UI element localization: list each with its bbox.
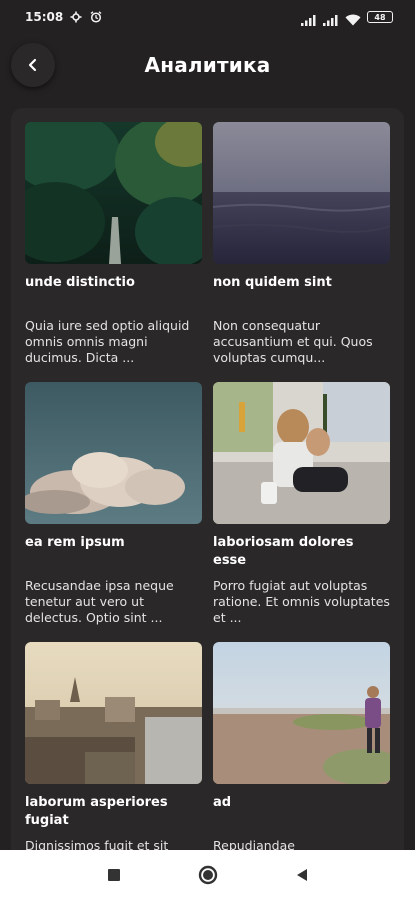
home-button[interactable] [196,863,220,887]
signal-icon-2 [323,11,339,26]
card-title: laborum asperiores fugiat [25,795,168,828]
content-panel: unde distinctio Quia iure sed optio aliq… [11,108,404,868]
card[interactable]: laborum asperiores fugiat Dignissimos fu… [25,642,202,868]
circle-icon [198,865,217,885]
card-image-clouds [25,382,202,524]
square-icon [107,869,120,881]
app-bar: Аналитика [0,34,415,96]
triangle-left-icon [296,869,307,881]
signal-icon [301,11,317,26]
card-description: Recusandae ipsa neque tenetur aut vero u… [25,578,174,625]
card-title: non quidem sint [213,275,332,290]
card-description: Quia iure sed optio aliquid omnis omnis … [25,318,190,365]
battery-icon: 48 [367,11,393,23]
status-time: 15:08 [25,10,64,24]
page-title: Аналитика [144,53,271,77]
system-nav-bar [0,850,415,900]
card-description: Porro fugiat aut voluptas ratione. Et om… [213,578,390,625]
alarm-icon [89,10,103,24]
settings-notification-icon [69,10,83,24]
card[interactable]: unde distinctio Quia iure sed optio aliq… [25,122,202,382]
card-image-street-family [213,382,390,524]
card-image-city [25,642,202,784]
status-bar: 15:08 48 [0,0,415,34]
back-button[interactable] [11,43,55,87]
card[interactable]: ea rem ipsum Recusandae ipsa neque tenet… [25,382,202,642]
recents-button[interactable] [102,863,126,887]
wifi-icon [345,11,361,26]
card[interactable]: laboriosam dolores esse Porro fugiat aut… [213,382,390,642]
card-image-forest [25,122,202,264]
card-grid: unde distinctio Quia iure sed optio aliq… [25,122,390,868]
card[interactable]: non quidem sint Non consequatur accusant… [213,122,390,382]
status-left: 15:08 [25,10,103,24]
back-nav-button[interactable] [290,863,314,887]
chevron-left-icon [28,58,37,72]
status-right: 48 [301,11,393,26]
card-title: ea rem ipsum [25,535,125,550]
card-description: Non consequatur accusantium et qui. Quos… [213,318,373,365]
card[interactable]: ad Repudiandae [213,642,390,868]
screen: 15:08 48 Аналитика unde distinctio Quia … [0,0,415,900]
card-title: unde distinctio [25,275,135,290]
card-image-beach [213,642,390,784]
card-title: ad [213,795,232,810]
card-image-sea [213,122,390,264]
card-title: laboriosam dolores esse [213,535,354,568]
